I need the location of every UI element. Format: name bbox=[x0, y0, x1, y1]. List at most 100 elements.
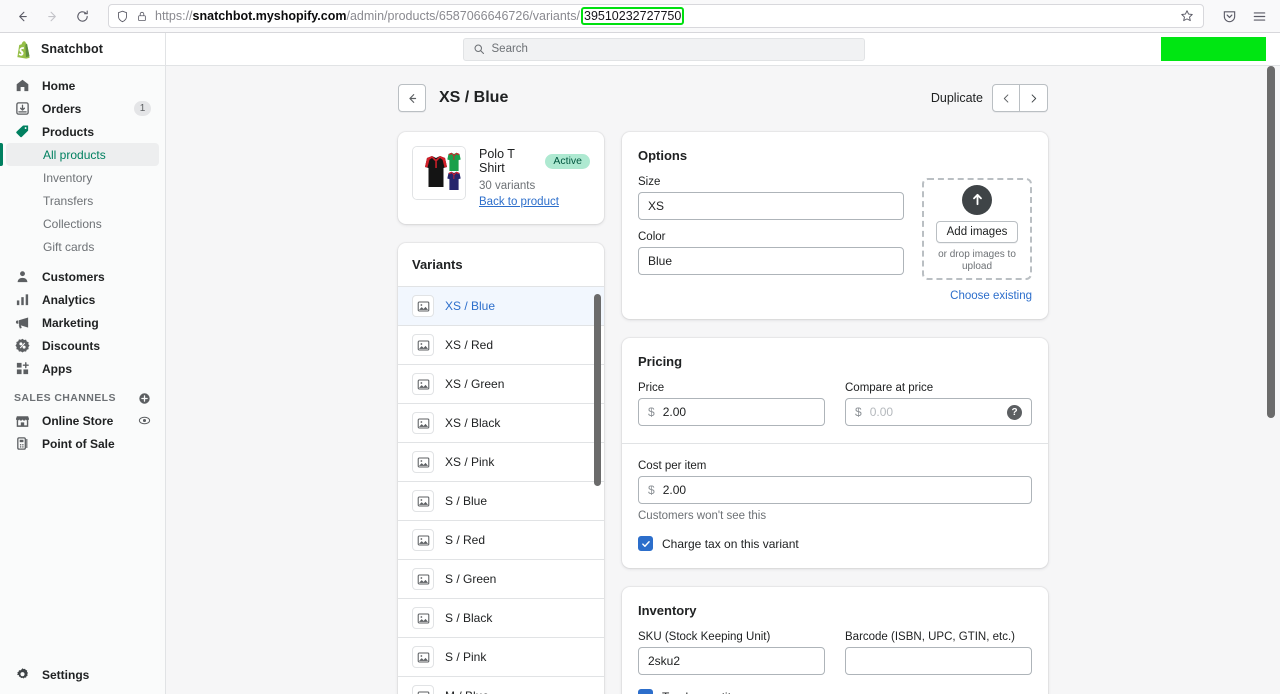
sidebar-item-label: Customers bbox=[42, 269, 105, 284]
back-to-product-link[interactable]: Back to product bbox=[479, 196, 559, 208]
track-quantity-checkbox-row[interactable]: Track quantity bbox=[638, 689, 1032, 694]
sidebar-item-products[interactable]: Products bbox=[6, 120, 159, 143]
sidebar-subitem-label: Gift cards bbox=[43, 239, 95, 254]
browser-forward-button[interactable] bbox=[38, 2, 66, 30]
sidebar-subitem-all-products[interactable]: All products bbox=[0, 143, 159, 166]
variant-row-label: S / Green bbox=[445, 572, 497, 586]
sidebar-item-customers[interactable]: Customers bbox=[6, 265, 159, 288]
charge-tax-checkbox-row[interactable]: Charge tax on this variant bbox=[638, 536, 1032, 551]
sidebar-item-orders[interactable]: Orders 1 bbox=[6, 97, 159, 120]
variant-row[interactable]: S / Blue bbox=[398, 482, 604, 521]
pocket-icon[interactable] bbox=[1216, 3, 1242, 29]
choose-existing-link[interactable]: Choose existing bbox=[922, 290, 1032, 302]
barcode-input[interactable] bbox=[845, 647, 1032, 675]
image-placeholder-icon bbox=[412, 568, 434, 590]
image-placeholder-icon bbox=[412, 607, 434, 629]
store-brand[interactable]: Snatchbot bbox=[0, 33, 166, 65]
charge-tax-checkbox[interactable] bbox=[638, 536, 653, 551]
main-scrollbar[interactable] bbox=[1267, 66, 1275, 418]
status-badge: Active bbox=[545, 153, 590, 169]
variant-row[interactable]: S / Pink bbox=[398, 638, 604, 677]
price-currency: $ bbox=[648, 405, 655, 419]
variant-row[interactable]: XS / Red bbox=[398, 326, 604, 365]
image-placeholder-icon bbox=[412, 529, 434, 551]
pricing-card: Pricing Price $ 2.00 Compare at price $ … bbox=[622, 338, 1048, 568]
variant-row[interactable]: S / Red bbox=[398, 521, 604, 560]
variant-row[interactable]: XS / Black bbox=[398, 404, 604, 443]
sidebar-item-label: Orders bbox=[42, 101, 82, 116]
sidebar-item-home[interactable]: Home bbox=[6, 74, 159, 97]
variant-row[interactable]: S / Black bbox=[398, 599, 604, 638]
marketing-megaphone-icon bbox=[14, 315, 31, 330]
upload-arrow-icon bbox=[962, 184, 992, 215]
variant-row-label: M / Blue bbox=[445, 689, 489, 694]
variant-row[interactable]: S / Green bbox=[398, 560, 604, 599]
sidebar-subitem-inventory[interactable]: Inventory bbox=[6, 166, 159, 189]
content-columns: Polo T Shirt Active 30 variants Back to … bbox=[398, 132, 1048, 694]
sidebar-item-analytics[interactable]: Analytics bbox=[6, 288, 159, 311]
previous-variant-button[interactable] bbox=[992, 84, 1020, 112]
size-input[interactable]: XS bbox=[638, 192, 904, 220]
sidebar-item-label: Analytics bbox=[42, 292, 96, 307]
color-input[interactable]: Blue bbox=[638, 247, 904, 275]
cost-per-item-input[interactable]: $ 2.00 bbox=[638, 476, 1032, 504]
duplicate-button[interactable]: Duplicate bbox=[922, 91, 992, 105]
address-bar[interactable]: https://snatchbot.myshopify.com/admin/pr… bbox=[108, 4, 1204, 28]
variant-list[interactable]: XS / Blue XS / Red XS / Green XS / Black XS … bbox=[398, 287, 604, 694]
hamburger-menu-icon[interactable] bbox=[1246, 3, 1272, 29]
track-quantity-checkbox[interactable] bbox=[638, 689, 653, 694]
barcode-field-group: Barcode (ISBN, UPC, GTIN, etc.) bbox=[845, 631, 1032, 675]
chevron-right-icon bbox=[1031, 93, 1037, 103]
variant-count: 30 variants bbox=[479, 180, 536, 192]
browser-back-button[interactable] bbox=[8, 2, 36, 30]
url-text: https://snatchbot.myshopify.com/admin/pr… bbox=[155, 7, 1171, 25]
compare-placeholder: 0.00 bbox=[869, 405, 894, 419]
image-placeholder-icon bbox=[412, 334, 434, 356]
sidebar-item-label: Apps bbox=[42, 361, 72, 376]
bookmark-star-icon[interactable] bbox=[1177, 6, 1197, 26]
sidebar-item-label: Settings bbox=[42, 667, 90, 682]
url-path: /admin/products/6587066646726/variants/ bbox=[346, 9, 581, 23]
image-dropzone[interactable]: Add images or drop images to upload bbox=[922, 178, 1032, 280]
browser-reload-button[interactable] bbox=[68, 2, 96, 30]
product-summary-card: Polo T Shirt Active 30 variants Back to … bbox=[398, 132, 604, 224]
sidebar-item-apps[interactable]: Apps bbox=[6, 357, 159, 380]
variant-row-label: XS / Black bbox=[445, 416, 501, 430]
help-question-icon[interactable]: ? bbox=[1007, 404, 1022, 420]
search-input[interactable]: Search bbox=[462, 37, 865, 61]
sidebar-item-settings[interactable]: Settings bbox=[6, 663, 159, 686]
variant-row[interactable]: M / Blue bbox=[398, 677, 604, 694]
sidebar-subitem-collections[interactable]: Collections bbox=[6, 212, 159, 235]
app-topbar: Snatchbot Search bbox=[0, 33, 1280, 66]
variant-row[interactable]: XS / Green bbox=[398, 365, 604, 404]
variant-row[interactable]: XS / Pink bbox=[398, 443, 604, 482]
variant-row[interactable]: XS / Blue bbox=[398, 287, 604, 326]
sales-channels-header: SALES CHANNELS bbox=[6, 387, 159, 409]
image-placeholder-icon bbox=[412, 646, 434, 668]
orders-inbox-icon bbox=[14, 101, 31, 116]
main-content: XS / Blue Duplicate Polo T Shirt Active … bbox=[166, 66, 1280, 694]
eye-icon[interactable] bbox=[138, 414, 151, 427]
variant-pager bbox=[992, 84, 1048, 112]
compare-at-price-input[interactable]: $ 0.00 ? bbox=[845, 398, 1032, 426]
plus-circle-icon[interactable] bbox=[138, 392, 151, 405]
search-area: Search bbox=[166, 37, 1161, 61]
next-variant-button[interactable] bbox=[1020, 84, 1048, 112]
sidebar-subitem-transfers[interactable]: Transfers bbox=[6, 189, 159, 212]
user-account-block[interactable] bbox=[1161, 37, 1266, 61]
sidebar-item-point-of-sale[interactable]: Point of Sale bbox=[6, 432, 159, 455]
price-label: Price bbox=[638, 382, 665, 394]
price-input[interactable]: $ 2.00 bbox=[638, 398, 825, 426]
back-to-variants-button[interactable] bbox=[398, 84, 426, 112]
sidebar-item-discounts[interactable]: Discounts bbox=[6, 334, 159, 357]
sidebar-item-online-store[interactable]: Online Store bbox=[6, 409, 159, 432]
variant-list-scrollbar[interactable] bbox=[594, 294, 601, 486]
page-title: XS / Blue bbox=[439, 89, 509, 106]
add-images-button[interactable]: Add images bbox=[935, 220, 1019, 243]
cost-per-item-label: Cost per item bbox=[638, 460, 707, 472]
sku-input[interactable]: 2sku2 bbox=[638, 647, 825, 675]
price-field-group: Price $ 2.00 bbox=[638, 382, 825, 426]
sidebar-subitem-gift-cards[interactable]: Gift cards bbox=[6, 235, 159, 258]
sidebar-item-marketing[interactable]: Marketing bbox=[6, 311, 159, 334]
variants-card: Variants XS / Blue XS / Red XS / Green XS /… bbox=[398, 243, 604, 694]
